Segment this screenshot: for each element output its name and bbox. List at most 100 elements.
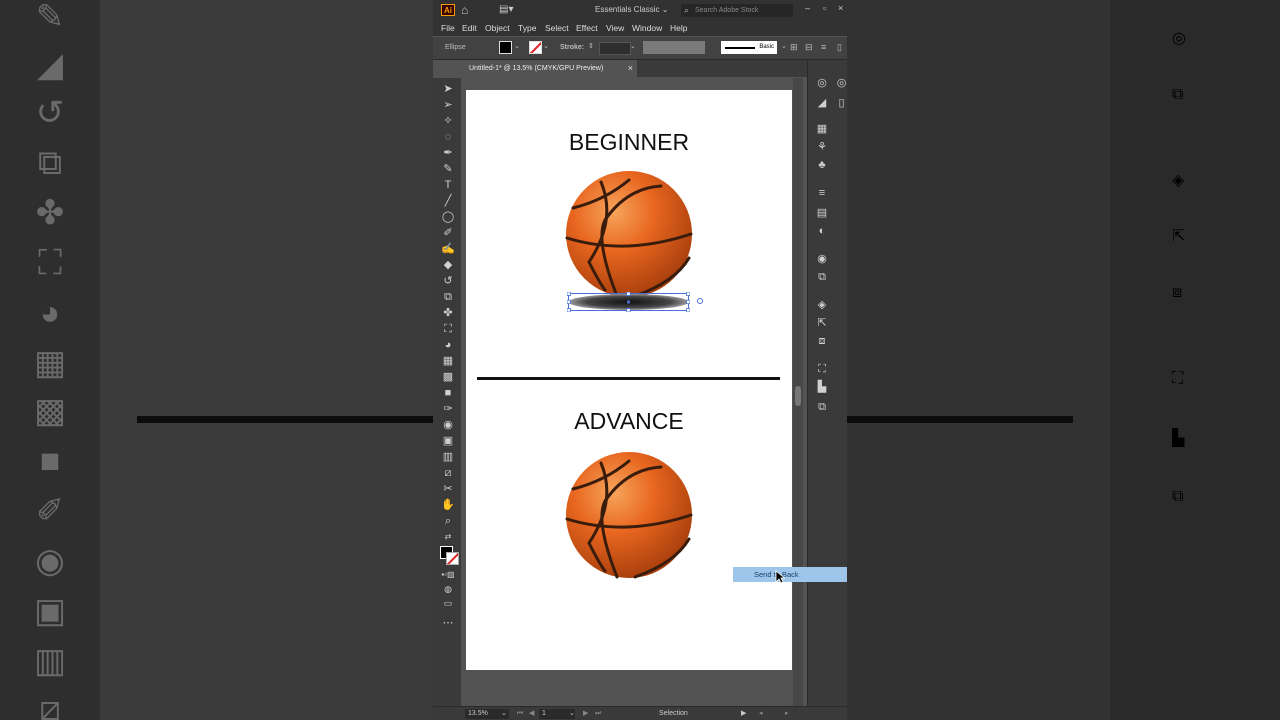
close-window-icon[interactable]: × [838,2,843,14]
hand-tool-icon[interactable]: ✋ [440,498,456,512]
screen-mode-icon[interactable]: ▭ [440,596,456,610]
brush-dropdown-icon[interactable]: ⌄ [781,42,787,52]
last-artboard-icon[interactable]: ⏭ [595,709,601,719]
first-artboard-icon[interactable]: ⏮ [517,709,523,719]
artboards-panel-icon[interactable]: ⧈ [814,334,830,348]
context-menu-send-to-back[interactable]: Send to Back [733,567,847,582]
selection-handle[interactable] [686,299,691,305]
stroke-swatch[interactable] [529,41,542,54]
magic-wand-tool-icon[interactable]: ✧ [440,114,456,128]
menu-window[interactable]: Window [632,22,662,34]
scrollbar-thumb[interactable] [795,386,801,406]
line-tool-icon[interactable]: ╱ [440,194,456,208]
artboard-tool-icon[interactable]: ⧄ [440,466,456,480]
minimize-icon[interactable]: – [805,2,810,14]
slice-tool-icon[interactable]: ✂ [440,482,456,496]
type-tool-icon[interactable]: T [440,178,456,192]
menu-help[interactable]: Help [670,22,687,34]
status-menu-icon[interactable]: ▶ [741,709,746,719]
vertical-scrollbar[interactable] [793,78,803,706]
brushes-panel-icon[interactable]: ⚘ [814,140,830,154]
transparency-panel-icon[interactable]: ◐ [814,224,830,238]
paintbrush-tool-icon[interactable]: ✐ [440,226,456,240]
menu-effect[interactable]: Effect [576,22,598,34]
stroke-indicator[interactable] [446,552,459,565]
rotate-tool-icon[interactable]: ↺ [440,274,456,288]
layers-panel-icon[interactable]: ◈ [814,298,830,312]
blob-brush-tool-icon[interactable]: ✍ [440,242,456,256]
status-scroll-right-icon[interactable]: ▸ [785,709,789,719]
zoom-tool-icon[interactable]: ⌕ [440,514,456,528]
column-graph-tool-icon[interactable]: ▥ [440,450,456,464]
menu-type[interactable]: Type [518,22,536,34]
selection-handle[interactable] [626,292,631,296]
edit-toolbar-icon[interactable]: ⋯ [440,616,456,630]
fill-dropdown-icon[interactable]: ⌄ [514,42,520,52]
selection-handle[interactable] [567,292,571,296]
curvature-tool-icon[interactable]: ✎ [440,162,456,176]
pen-tool-icon[interactable]: ✒ [440,146,456,160]
scale-tool-icon[interactable]: ⧉ [440,290,456,304]
status-scroll-left-icon[interactable]: ◂ [759,709,763,719]
blend-tool-icon[interactable]: ◉ [440,418,456,432]
selection-tool-icon[interactable]: ➤ [440,82,456,96]
selection-handle[interactable] [686,292,691,296]
artboard[interactable]: BEGINNER ADVANCE [466,90,792,670]
lasso-tool-icon[interactable]: ◌ [440,130,456,144]
menu-object[interactable]: Object [485,22,510,34]
maximize-icon[interactable]: ▫ [823,2,826,14]
gradient-panel-icon[interactable]: ▤ [814,206,830,220]
next-artboard-icon[interactable]: ▶ [583,709,588,719]
variable-width-profile[interactable] [643,41,705,54]
color-panel-icon[interactable]: ▦ [814,122,830,136]
stroke-dropdown-icon[interactable]: ⌄ [543,42,549,52]
pathfinder-panel-icon[interactable]: ⧉ [814,400,830,414]
zoom-dropdown-icon[interactable]: ⌄ [501,709,507,719]
perspective-grid-tool-icon[interactable]: ▦ [440,354,456,368]
panel-menu-icon[interactable]: ≡ [821,42,826,52]
artboard-divider-line[interactable] [477,377,780,380]
libraries-panel-icon[interactable]: ◢ [814,96,830,110]
basketball-advance[interactable] [565,451,693,579]
secondary-panel-icon[interactable]: ▯ [836,96,847,110]
fill-stroke-indicator[interactable] [440,546,459,565]
selection-handle[interactable] [626,308,631,313]
shape-builder-tool-icon[interactable]: ◕ [440,338,456,352]
properties-panel-icon[interactable]: ◎ [814,76,830,90]
gradient-tool-icon[interactable]: ■ [440,386,456,400]
menu-file[interactable]: File [441,22,455,34]
graphic-styles-panel-icon[interactable]: ⧉ [814,270,830,284]
stroke-panel-icon[interactable]: ≡ [814,186,830,200]
menu-edit[interactable]: Edit [462,22,477,34]
rotate-handle[interactable] [697,298,703,304]
menu-view[interactable]: View [606,22,624,34]
transform-panel-icon[interactable]: ⛶ [814,362,830,376]
stroke-weight-dropdown-icon[interactable]: ⌄ [630,42,636,52]
align-icon[interactable]: ⊞ [790,42,798,52]
transform-icon[interactable]: ⊟ [805,42,813,52]
selection-handle[interactable] [686,308,691,313]
selection-handle[interactable] [567,308,571,313]
overflow-icon[interactable]: ▯ [837,42,842,52]
fill-swatch[interactable] [499,41,512,54]
basketball-beginner[interactable] [565,170,693,298]
color-mode-icon[interactable]: ▪▫▨ [440,568,456,582]
artboard-dropdown-icon[interactable]: ⌄ [569,709,575,719]
direct-selection-tool-icon[interactable]: ➢ [440,98,456,112]
selection-handle[interactable] [567,299,571,305]
align-panel-icon[interactable]: ▙ [814,380,830,394]
eraser-tool-icon[interactable]: ◆ [440,258,456,272]
brush-definition-dropdown[interactable]: Basic [721,41,777,54]
search-stock-input[interactable]: ⌕ Search Adobe Stock [681,4,793,17]
ellipse-shadow-selected[interactable] [567,292,690,312]
appearance-panel-icon[interactable]: ◉ [814,252,830,266]
document-tab[interactable]: Untitled-1* @ 13.5% (CMYK/GPU Preview) × [461,60,637,77]
warp-tool-icon[interactable]: ✤ [440,306,456,320]
symbol-sprayer-tool-icon[interactable]: ▣ [440,434,456,448]
secondary-panel-icon[interactable]: ◎ [836,76,847,90]
advance-heading[interactable]: ADVANCE [466,407,792,435]
free-transform-tool-icon[interactable]: ⛶ [440,322,456,336]
canvas-area[interactable]: BEGINNER ADVANCE [461,78,817,706]
symbols-panel-icon[interactable]: ♣ [814,158,830,172]
close-tab-icon[interactable]: × [628,60,633,77]
